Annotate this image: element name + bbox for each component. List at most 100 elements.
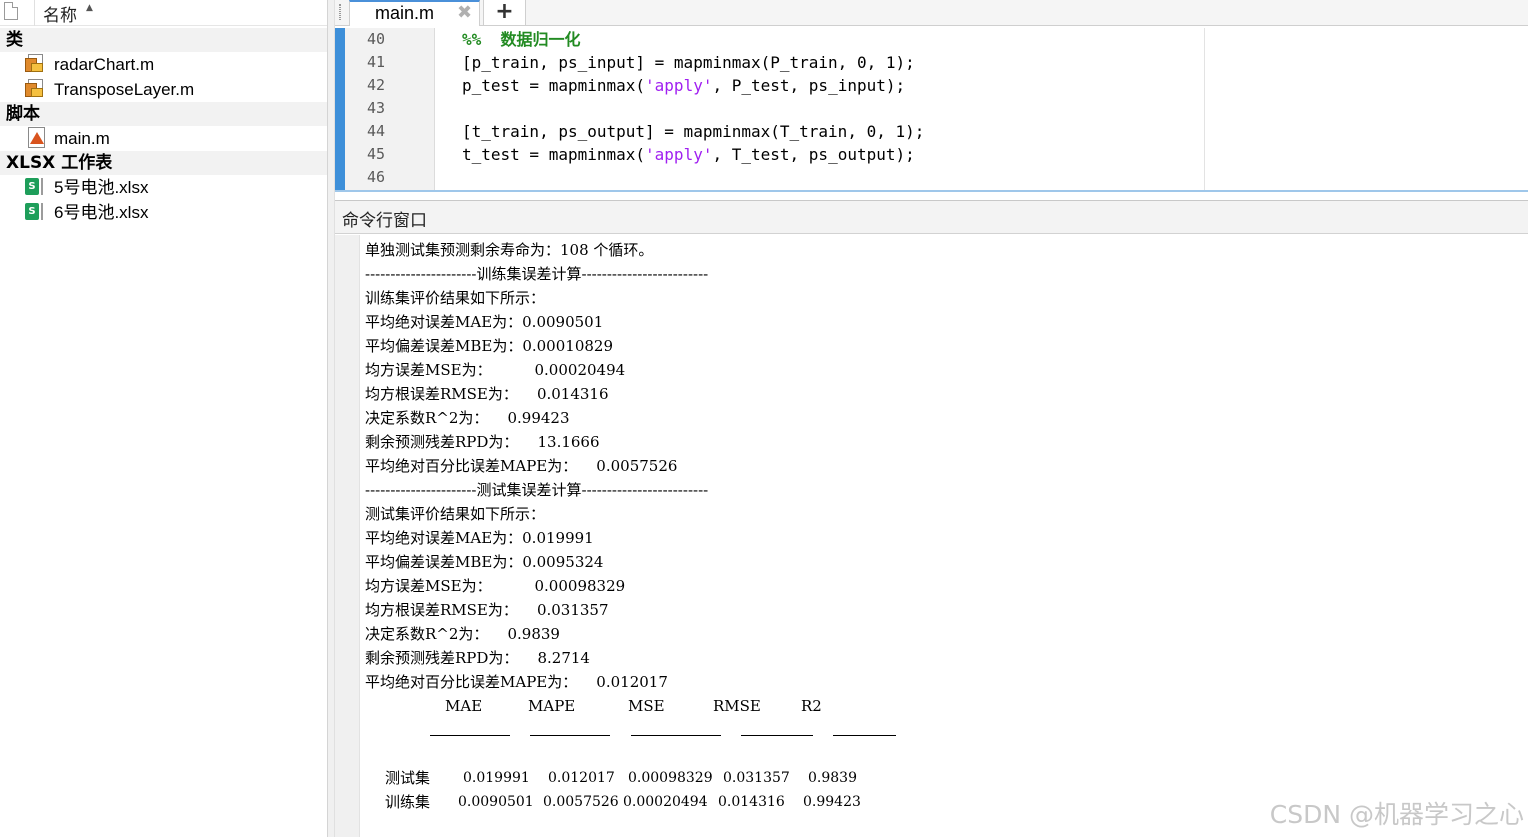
command-window-gutter [335, 235, 360, 837]
name-column-header[interactable]: 名称 [43, 1, 77, 26]
file-type-column-icon [4, 2, 18, 20]
code-line[interactable]: 41 [p_train, ps_input] = mapminmax(P_trai… [345, 51, 1528, 74]
output-line: 决定系数R^2为： 0.9839 [365, 625, 560, 643]
command-window-title: 命令行窗口 [342, 211, 427, 231]
code-lines[interactable]: 40 %% 数据归一化 41 [p_train, ps_input] = mapmin… [345, 28, 1528, 192]
tab-label: main.m [375, 3, 435, 23]
table-header-rule [530, 735, 610, 736]
file-group-label: 类 [6, 30, 23, 50]
line-number: 40 [366, 30, 385, 48]
table-cell: 0.0057526 [543, 794, 619, 810]
table-column-header: MAPE [528, 697, 576, 715]
code-token: [p_train, ps_input] = mapminmax(P_train,… [462, 53, 915, 72]
file-name: TransposeLayer.m [54, 80, 195, 99]
table-column-header: RMSE [713, 697, 761, 715]
code-token: t_test = mapminmax( [462, 145, 646, 164]
close-tab-icon[interactable]: ✖ [457, 2, 472, 24]
output-line: 平均绝对误差MAE为：0.019991 [365, 529, 594, 547]
watermark: CSDN @机器学习之心 [1269, 800, 1524, 829]
table-row-label: 测试集 [385, 769, 431, 787]
file-list-item[interactable]: radarChart.m [0, 52, 327, 77]
table-cell: 0.00098329 [628, 770, 713, 786]
code-string: 'apply' [645, 145, 713, 164]
code-line[interactable]: 44 [t_train, ps_output] = mapminmax(T_tra… [345, 120, 1528, 143]
tab-bar-grip-icon[interactable] [339, 4, 341, 20]
table-cell: 0.99423 [803, 794, 861, 810]
command-window-titlebar[interactable]: 命令行窗口 [335, 201, 1528, 234]
table-column-header: MAE [445, 697, 483, 715]
output-line: 平均偏差误差MBE为：0.00010829 [365, 337, 613, 355]
code-text: t_test = mapminmax('apply', T_test, ps_o… [462, 143, 915, 166]
file-group-header[interactable]: 类 [0, 28, 327, 52]
output-line: 剩余预测残差RPD为： 13.1666 [365, 433, 600, 451]
output-line: 平均偏差误差MBE为：0.0095324 [365, 553, 604, 571]
code-line[interactable]: 45 t_test = mapminmax('apply', T_test, ps… [345, 143, 1528, 166]
code-text: %% 数据归一化 [462, 28, 581, 51]
table-cell: 0.019991 [463, 770, 530, 786]
code-editor[interactable]: 40 %% 数据归一化 41 [p_train, ps_input] = mapmin… [335, 28, 1528, 192]
code-token: , T_test, ps_output); [712, 145, 915, 164]
editor-tab-bar: main.m ✖ + [335, 0, 1528, 26]
output-line: ----------------------训练集误差计算-----------… [365, 265, 709, 283]
table-header-rule [833, 735, 896, 736]
file-group-label: 脚本 [6, 104, 40, 124]
code-line[interactable]: 40 %% 数据归一化 [345, 28, 1528, 51]
editor-focus-bar [335, 28, 345, 192]
table-cell: 0.0090501 [458, 794, 534, 810]
output-line: 决定系数R^2为： 0.99423 [365, 409, 570, 427]
code-text: [t_train, ps_output] = mapminmax(T_train… [462, 120, 924, 143]
table-cell: 0.9839 [808, 770, 857, 786]
table-cell: 0.012017 [548, 770, 615, 786]
line-number: 45 [366, 145, 385, 163]
new-tab-button[interactable]: + [483, 0, 526, 26]
code-line[interactable]: 42 p_test = mapminmax('apply', P_test, ps… [345, 74, 1528, 97]
file-group-header[interactable]: 脚本 [0, 102, 327, 126]
command-window[interactable]: 命令行窗口 单独测试集预测剩余寿命为：108 个循环。 -------------… [335, 200, 1528, 837]
table-cell: 0.00020494 [623, 794, 708, 810]
code-text: p_test = mapminmax('apply', P_test, ps_i… [462, 74, 905, 97]
output-line: 单独测试集预测剩余寿命为：108 个循环。 [365, 241, 654, 259]
file-group-header[interactable]: XLSX 工作表 [0, 151, 327, 175]
file-list-item[interactable]: main.m [0, 126, 327, 151]
line-number: 43 [366, 99, 385, 117]
tab-main-m[interactable]: main.m ✖ [349, 0, 480, 26]
file-list-item[interactable]: S 5号电池.xlsx [0, 175, 327, 200]
table-cell: 0.031357 [723, 770, 790, 786]
output-line: 均方误差MSE为： 0.00098329 [365, 577, 626, 595]
file-name: main.m [54, 129, 110, 148]
code-text: [p_train, ps_input] = mapminmax(P_train,… [462, 51, 915, 74]
table-row-label: 训练集 [385, 793, 431, 811]
code-line[interactable]: 43 [345, 97, 1528, 120]
file-list-item[interactable]: TransposeLayer.m [0, 77, 327, 102]
matlab-script-icon [25, 127, 47, 149]
editor-bottom-border [335, 190, 1528, 192]
output-line: 训练集评价结果如下所示： [365, 289, 546, 307]
line-number: 41 [366, 53, 385, 71]
xlsx-icon: S [25, 176, 47, 198]
column-divider[interactable] [34, 0, 35, 26]
code-line[interactable]: 46 [345, 166, 1528, 189]
code-token: [t_train, ps_output] = mapminmax(T_train… [462, 122, 925, 141]
table-header-rule [741, 735, 813, 736]
code-token: p_test = mapminmax( [462, 76, 646, 95]
panel-splitter[interactable] [327, 0, 335, 837]
sort-ascending-icon[interactable]: ▲ [86, 3, 93, 13]
file-name: 5号电池.xlsx [54, 178, 149, 197]
output-line: 剩余预测残差RPD为： 8.2714 [365, 649, 590, 667]
output-line: 平均绝对百分比误差MAPE为： 0.012017 [365, 673, 668, 691]
xlsx-icon: S [25, 201, 47, 223]
current-folder-panel: 名称 ▲ 类 radarChart.m TransposeLayer.m 脚本 main… [0, 0, 327, 837]
matlab-class-icon [25, 53, 47, 75]
line-number: 46 [366, 168, 385, 186]
line-number: 42 [366, 76, 385, 94]
matlab-class-icon [25, 78, 47, 100]
output-line: 均方误差MSE为： 0.00020494 [365, 361, 626, 379]
code-string: 'apply' [645, 76, 713, 95]
output-line: 平均绝对误差MAE为：0.0090501 [365, 313, 604, 331]
editor-panel: main.m ✖ + 40 %% 数据归一化 41 [p_train, ps_inpu… [335, 0, 1528, 200]
code-comment: %% 数据归一化 [462, 30, 581, 49]
file-list-item[interactable]: S 6号电池.xlsx [0, 200, 327, 225]
output-line: ----------------------测试集误差计算-----------… [365, 481, 709, 499]
table-header-rule [631, 735, 721, 736]
code-token: , P_test, ps_input); [712, 76, 906, 95]
